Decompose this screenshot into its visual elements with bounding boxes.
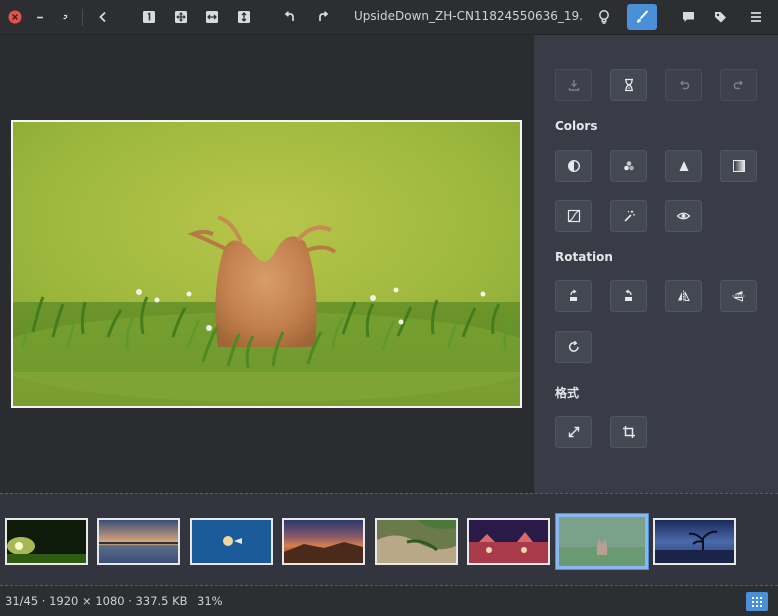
fit-width-icon[interactable] bbox=[199, 4, 225, 30]
gradient-icon[interactable] bbox=[720, 150, 757, 182]
rotate-cw-icon[interactable] bbox=[610, 280, 647, 312]
crop-icon[interactable] bbox=[610, 416, 647, 448]
zoom-level[interactable]: 31% bbox=[197, 594, 223, 608]
section-title-rotation: Rotation bbox=[555, 250, 613, 264]
brush-icon[interactable] bbox=[627, 4, 657, 30]
grid-view-icon[interactable] bbox=[746, 592, 768, 611]
main-photo[interactable] bbox=[11, 120, 522, 408]
restore-icon[interactable] bbox=[52, 4, 78, 30]
channels-icon[interactable] bbox=[610, 150, 647, 182]
thumbnail-3[interactable] bbox=[190, 518, 273, 565]
comment-icon[interactable] bbox=[675, 4, 701, 30]
filmstrip bbox=[0, 493, 778, 586]
undo-icon[interactable] bbox=[665, 69, 702, 101]
top-toolbar: UpsideDown_ZH-CN11824550636_19... bbox=[0, 0, 778, 35]
section-title-format: 格式 bbox=[555, 386, 580, 400]
section-title-colors: Colors bbox=[555, 119, 598, 133]
close-icon[interactable] bbox=[2, 4, 28, 30]
rotate-right-icon[interactable] bbox=[310, 4, 336, 30]
contrast-icon[interactable] bbox=[555, 150, 592, 182]
flip-horizontal-icon[interactable] bbox=[665, 280, 702, 312]
back-icon[interactable] bbox=[90, 4, 116, 30]
thumbnail-7-selected[interactable] bbox=[556, 514, 648, 569]
actual-size-icon[interactable] bbox=[136, 4, 162, 30]
eye-icon[interactable] bbox=[665, 200, 702, 232]
photo-squirrel-in-grass bbox=[13, 122, 520, 406]
redo-icon[interactable] bbox=[720, 69, 757, 101]
thumbnail-4[interactable] bbox=[282, 518, 365, 565]
fit-height-icon[interactable] bbox=[231, 4, 257, 30]
thumbnail-1[interactable] bbox=[5, 518, 88, 565]
status-bar: 31/45 · 1920 × 1080 · 337.5 KB 31% bbox=[0, 586, 778, 616]
tag-icon[interactable] bbox=[707, 4, 733, 30]
thumbnail-6[interactable] bbox=[467, 518, 550, 565]
rotate-left-icon[interactable] bbox=[277, 4, 303, 30]
rotate-free-icon[interactable] bbox=[555, 331, 592, 363]
window-title: UpsideDown_ZH-CN11824550636_19... bbox=[354, 9, 584, 23]
bulb-icon[interactable] bbox=[591, 4, 617, 30]
curves-icon[interactable] bbox=[555, 200, 592, 232]
magic-wand-icon[interactable] bbox=[610, 200, 647, 232]
fit-icon[interactable] bbox=[168, 4, 194, 30]
toolbar-separator bbox=[82, 9, 83, 26]
rotate-ccw-icon[interactable] bbox=[555, 280, 592, 312]
flip-vertical-icon[interactable] bbox=[720, 280, 757, 312]
thumbnail-2[interactable] bbox=[97, 518, 180, 565]
minimize-icon[interactable] bbox=[27, 4, 53, 30]
levels-icon[interactable] bbox=[665, 150, 702, 182]
thumbnail-8[interactable] bbox=[653, 518, 736, 565]
editor-panel: Colors Rotation 格式 bbox=[533, 35, 778, 493]
image-info: 31/45 · 1920 × 1080 · 337.5 KB bbox=[5, 594, 188, 608]
hourglass-icon[interactable] bbox=[610, 69, 647, 101]
menu-icon[interactable] bbox=[743, 4, 769, 30]
resize-icon[interactable] bbox=[555, 416, 592, 448]
save-icon[interactable] bbox=[555, 69, 592, 101]
thumbnail-5[interactable] bbox=[375, 518, 458, 565]
